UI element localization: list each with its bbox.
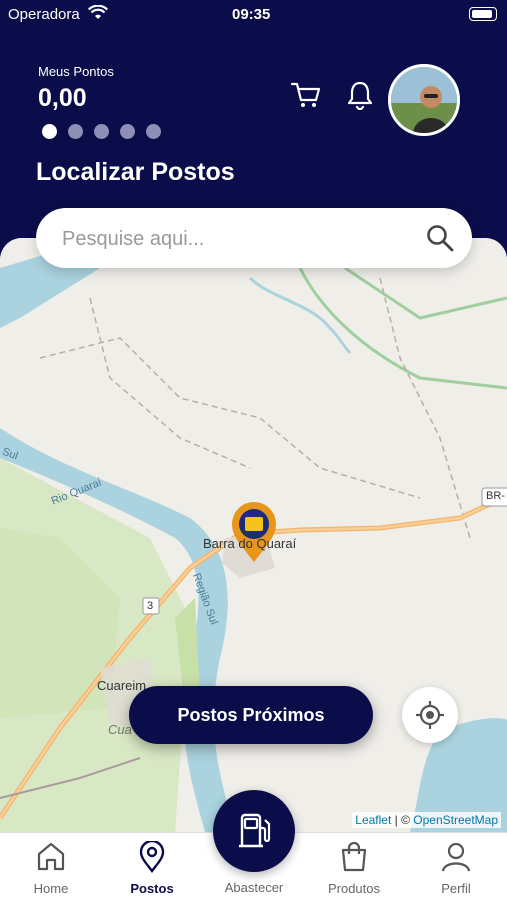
carousel-dot[interactable]	[94, 124, 109, 139]
bell-icon[interactable]	[346, 80, 374, 110]
highway-label: BR-	[486, 490, 505, 502]
carousel-dots	[42, 124, 161, 139]
search-input[interactable]	[60, 223, 404, 255]
carousel-dot[interactable]	[146, 124, 161, 139]
tab-label: Perfil	[441, 881, 471, 896]
my-location-button[interactable]	[402, 687, 458, 743]
tab-perfil[interactable]: Perfil	[416, 833, 496, 901]
fuel-pump-icon	[239, 813, 271, 848]
clock: 09:35	[232, 6, 271, 23]
tab-abastecer[interactable]	[213, 790, 295, 872]
points-value: 0,00	[38, 84, 87, 112]
avatar[interactable]	[388, 64, 460, 136]
route-number: 3	[147, 600, 154, 612]
points-label: Meus Pontos	[38, 64, 114, 79]
user-icon	[441, 842, 471, 872]
status-bar: Operadora 09:35	[0, 0, 507, 30]
tab-label: Home	[33, 881, 69, 896]
tab-label: Produtos	[327, 881, 381, 896]
page-title: Localizar Postos	[36, 158, 235, 186]
tab-produtos[interactable]: Produtos	[314, 833, 394, 901]
tab-home[interactable]: Home	[11, 833, 91, 901]
tab-label: Postos	[130, 881, 174, 896]
search-icon[interactable]	[426, 224, 454, 252]
map-label-city: Barra do Quaraí	[203, 536, 297, 551]
leaflet-link[interactable]: Leaflet	[355, 813, 391, 827]
tab-label-abastecer: Abastecer	[224, 880, 284, 895]
battery-icon	[469, 7, 497, 21]
carousel-dot[interactable]	[120, 124, 135, 139]
crosshair-icon	[416, 701, 444, 729]
carousel-dot[interactable]	[42, 124, 57, 139]
map-attribution: Leaflet | © OpenStreetMap	[352, 812, 501, 828]
map-label-city-secondary: Cuareim	[97, 678, 147, 693]
search-bar	[36, 208, 472, 268]
carousel-dot[interactable]	[68, 124, 83, 139]
home-icon	[37, 842, 65, 871]
map-label-fragment: Cua	[108, 722, 132, 737]
carrier-label: Operadora	[8, 6, 80, 23]
osm-link[interactable]: OpenStreetMap	[413, 813, 498, 827]
attribution-separator: | ©	[391, 813, 414, 827]
shopping-bag-icon	[341, 841, 367, 872]
wifi-icon	[88, 5, 108, 19]
nearby-stations-button[interactable]: Postos Próximos	[129, 686, 373, 744]
map-pin-icon	[139, 841, 165, 873]
cart-icon[interactable]	[290, 80, 322, 110]
tab-postos[interactable]: Postos	[112, 833, 192, 901]
